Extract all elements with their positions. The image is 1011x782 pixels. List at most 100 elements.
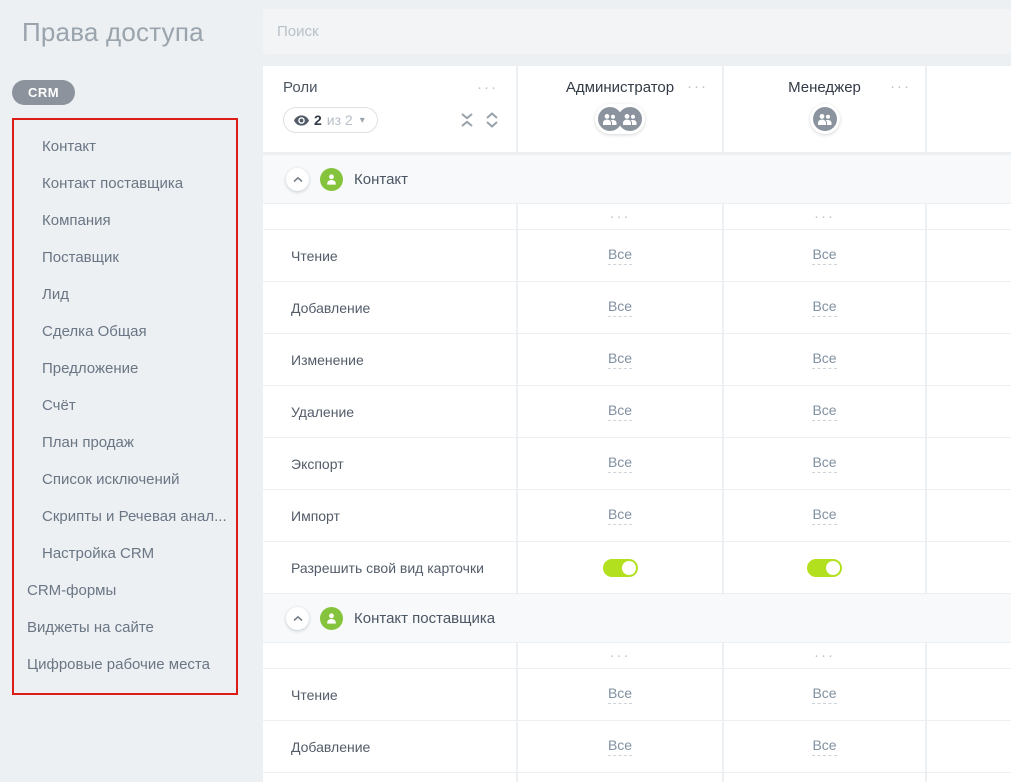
permission-value-cell: Все [724, 334, 925, 385]
sidebar-item-13[interactable]: Виджеты на сайте [14, 609, 236, 646]
empty-cell [927, 386, 1011, 437]
empty-cell [263, 204, 516, 229]
roles-total-count: из 2 [327, 112, 353, 128]
permission-value-cell: Все [724, 282, 925, 333]
permission-row: ЧтениеВсеВсе [263, 230, 1011, 281]
empty-cell [927, 643, 1011, 668]
permission-label: Добавление [263, 721, 516, 772]
permission-value-link[interactable]: Все [812, 454, 836, 473]
permission-value-link[interactable]: Все [608, 737, 632, 756]
collapse-all-icon[interactable] [460, 113, 474, 127]
empty-cell [927, 334, 1011, 385]
entity-avatar-icon [320, 607, 343, 630]
permission-value-cell: Все [518, 230, 722, 281]
section-header-0: Контакт [263, 155, 1011, 203]
role-members-avatars[interactable] [810, 104, 840, 134]
sidebar-item-7[interactable]: Счёт [14, 387, 236, 424]
eye-icon [294, 115, 309, 126]
chevron-up-icon [293, 615, 303, 622]
sidebar-item-0[interactable]: Контакт [14, 128, 236, 165]
permission-row: ИзменениеВсеВсе [263, 334, 1011, 385]
users-icon [618, 107, 642, 131]
permission-value-link[interactable]: Все [812, 246, 836, 265]
empty-cell [927, 721, 1011, 772]
sidebar-item-3[interactable]: Поставщик [14, 239, 236, 276]
roles-column-title: Роли [283, 79, 318, 96]
permission-value-link[interactable]: Все [812, 298, 836, 317]
role-column-administrator: Администратор ··· [518, 66, 722, 152]
sidebar-item-6[interactable]: Предложение [14, 350, 236, 387]
permission-value-link[interactable]: Все [608, 298, 632, 317]
column-menu-button[interactable]: ··· [814, 209, 835, 224]
role-menu-button[interactable]: ··· [890, 79, 911, 94]
access-rights-page: Права доступа CRM КонтактКонтакт поставщ… [0, 0, 1011, 782]
permission-toggle[interactable] [807, 559, 842, 577]
permission-label: Добавление [263, 282, 516, 333]
sidebar-item-8[interactable]: План продаж [14, 424, 236, 461]
section-column-menu-row: ··· ··· [263, 204, 1011, 229]
permission-value-link[interactable]: Все [812, 737, 836, 756]
column-menu-button[interactable]: ··· [814, 648, 835, 663]
entity-avatar-icon [320, 168, 343, 191]
sidebar-item-4[interactable]: Лид [14, 276, 236, 313]
roles-filter-dropdown[interactable]: 2 из 2 ▾ [283, 107, 378, 133]
sidebar-item-11[interactable]: Настройка CRM [14, 535, 236, 572]
permission-toggle[interactable] [603, 559, 638, 577]
empty-cell [927, 669, 1011, 720]
permission-value-cell: Все [724, 773, 925, 782]
permission-value-link[interactable]: Все [608, 454, 632, 473]
sidebar-item-10[interactable]: Скрипты и Речевая анал... [14, 498, 236, 535]
expand-all-icon[interactable] [486, 112, 498, 128]
sidebar-menu: КонтактКонтакт поставщикаКомпанияПоставщ… [14, 128, 236, 683]
permission-value-link[interactable]: Все [608, 506, 632, 525]
table-header-row: Роли ··· 2 из 2 ▾ [263, 66, 1011, 152]
permission-value-cell: Все [724, 386, 925, 437]
sidebar-highlight-box: КонтактКонтакт поставщикаКомпанияПоставщ… [12, 118, 238, 695]
permission-value-link[interactable]: Все [812, 685, 836, 704]
permission-value-cell: Все [518, 490, 722, 541]
column-menu-cell: ··· [518, 204, 722, 229]
sidebar-item-1[interactable]: Контакт поставщика [14, 165, 236, 202]
roles-menu-button[interactable]: ··· [477, 80, 498, 95]
role-menu-button[interactable]: ··· [687, 79, 708, 94]
section-collapse-button[interactable] [286, 607, 309, 630]
permission-row: Разрешить свой вид карточки [263, 542, 1011, 593]
search-input[interactable] [277, 23, 997, 40]
sidebar-item-5[interactable]: Сделка Общая [14, 313, 236, 350]
column-menu-cell: ··· [724, 204, 925, 229]
page-title: Права доступа [0, 17, 258, 48]
sidebar-item-9[interactable]: Список исключений [14, 461, 236, 498]
sidebar-item-12[interactable]: CRM-формы [14, 572, 236, 609]
permission-value-cell: Все [724, 669, 925, 720]
permission-value-cell: Все [518, 438, 722, 489]
column-menu-button[interactable]: ··· [610, 209, 631, 224]
empty-cell [927, 230, 1011, 281]
permission-label: Разрешить свой вид карточки [263, 542, 516, 593]
permission-value-cell: Все [724, 438, 925, 489]
permission-value-link[interactable]: Все [812, 402, 836, 421]
section-title: Контакт [354, 171, 408, 188]
sidebar-item-2[interactable]: Компания [14, 202, 236, 239]
permission-value-link[interactable]: Все [812, 350, 836, 369]
permission-value-cell: Все [518, 334, 722, 385]
column-menu-button[interactable]: ··· [610, 648, 631, 663]
permission-label: Изменение [263, 773, 516, 782]
permission-value-link[interactable]: Все [608, 350, 632, 369]
section-title: Контакт поставщика [354, 610, 495, 627]
sidebar-item-14[interactable]: Цифровые рабочие места [14, 646, 236, 683]
empty-cell [927, 490, 1011, 541]
permission-sections: Контакт······ЧтениеВсеВсеДобавлениеВсеВс… [263, 155, 1011, 782]
permission-value-link[interactable]: Все [812, 506, 836, 525]
permission-value-link[interactable]: Все [608, 246, 632, 265]
section-header-1: Контакт поставщика [263, 594, 1011, 642]
role-members-avatars[interactable] [595, 104, 645, 134]
permission-value-link[interactable]: Все [608, 685, 632, 704]
permission-row: ЧтениеВсеВсе [263, 669, 1011, 720]
chevron-up-icon [293, 176, 303, 183]
permission-value-link[interactable]: Все [608, 402, 632, 421]
section-column-menu-row: ··· ··· [263, 643, 1011, 668]
section-collapse-button[interactable] [286, 168, 309, 191]
crm-section-badge[interactable]: CRM [12, 80, 75, 105]
column-menu-cell: ··· [724, 643, 925, 668]
empty-cell [263, 643, 516, 668]
